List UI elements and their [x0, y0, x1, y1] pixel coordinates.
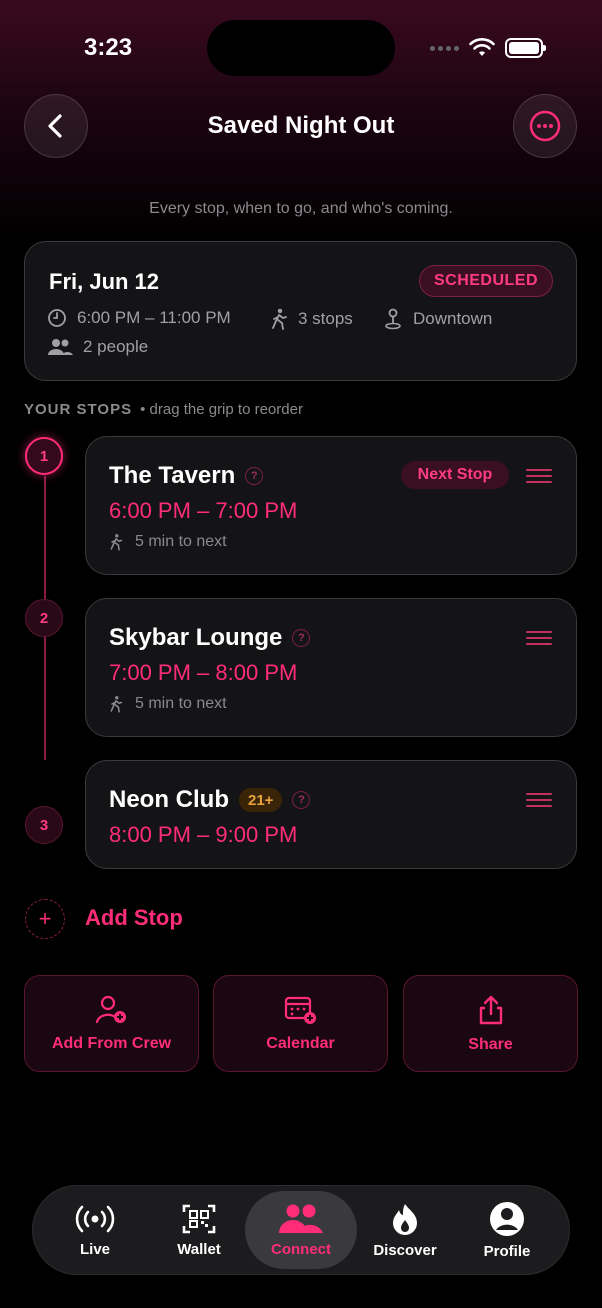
people-icon [48, 339, 73, 355]
location-pin-icon [385, 308, 401, 330]
walk-time: 5 min to next [109, 533, 227, 551]
stop-number-2: 2 [25, 599, 63, 637]
tab-bar: Live Wallet Connect Discover Profile [32, 1185, 570, 1275]
tab-label: Wallet [177, 1240, 221, 1258]
add-from-crew-button[interactable]: Add From Crew [24, 975, 199, 1072]
more-options-button[interactable] [513, 94, 577, 158]
more-icon [529, 110, 561, 142]
calendar-add-icon [284, 996, 316, 1024]
time-range: 6:00 PM – 11:00 PM [47, 308, 231, 328]
tab-wallet[interactable]: Wallet [147, 1186, 251, 1274]
action-label: Calendar [266, 1034, 335, 1052]
stop-name-text: The Tavern [109, 462, 236, 489]
info-icon[interactable]: ? [245, 467, 264, 485]
age-restriction-badge: 21+ [239, 788, 283, 812]
stop-name-text: Neon Club [109, 786, 229, 813]
time-range-text: 6:00 PM – 11:00 PM [77, 308, 231, 327]
walk-time-text: 5 min to next [135, 533, 227, 550]
next-stop-badge: Next Stop [401, 461, 509, 489]
location-text: Downtown [413, 309, 493, 328]
info-icon[interactable]: ? [292, 629, 311, 647]
walk-icon [272, 308, 287, 330]
stop-name: The Tavern ? [109, 462, 264, 490]
stop-name: Neon Club 21+ ? [109, 786, 311, 814]
section-hint: • drag the grip to reorder [140, 401, 303, 418]
action-label: Share [468, 1035, 513, 1053]
tab-label: Discover [373, 1241, 437, 1259]
battery-icon [505, 38, 546, 58]
clock-icon [48, 309, 66, 327]
tab-connect[interactable]: Connect [245, 1191, 357, 1269]
stops-count: 3 stops [270, 308, 353, 330]
people-count: 2 people [47, 337, 148, 357]
add-stop-icon[interactable]: + [25, 899, 65, 939]
stop-card-neon-club[interactable]: Neon Club 21+ ? 8:00 PM – 9:00 PM [85, 760, 577, 869]
walk-time-text: 5 min to next [135, 695, 227, 712]
qr-code-icon [182, 1204, 216, 1233]
signal-icon [430, 45, 459, 51]
drag-grip-icon[interactable] [526, 469, 552, 483]
calendar-button[interactable]: Calendar [213, 975, 388, 1072]
share-icon [479, 995, 502, 1024]
broadcast-icon [75, 1205, 115, 1232]
tab-label: Profile [483, 1242, 531, 1260]
stop-name-text: Skybar Lounge [109, 624, 283, 651]
share-button[interactable]: Share [403, 975, 578, 1072]
walk-icon [110, 534, 123, 551]
walk-time: 5 min to next [109, 695, 227, 713]
wifi-icon [469, 38, 495, 56]
drag-grip-icon[interactable] [526, 793, 552, 807]
stop-time: 8:00 PM – 9:00 PM [109, 822, 298, 847]
stop-number-1: 1 [25, 437, 63, 475]
status-icons [430, 38, 546, 58]
stops-section-header: YOUR STOPS • drag the grip to reorder [24, 401, 303, 418]
tab-label: Connect [271, 1240, 331, 1258]
people-icon [279, 1204, 323, 1233]
plan-summary-card: Fri, Jun 12 SCHEDULED 6:00 PM – 11:00 PM… [24, 241, 577, 381]
stop-card-the-tavern[interactable]: The Tavern ? Next Stop 6:00 PM – 7:00 PM… [85, 436, 577, 575]
location: Downtown [383, 308, 492, 330]
stop-number-3: 3 [25, 806, 63, 844]
info-icon[interactable]: ? [292, 791, 311, 809]
add-stop-button[interactable]: Add Stop [85, 905, 183, 931]
tab-live[interactable]: Live [43, 1186, 147, 1274]
stop-name: Skybar Lounge ? [109, 624, 311, 652]
status-time: 3:23 [84, 34, 133, 61]
stop-time: 7:00 PM – 8:00 PM [109, 660, 298, 685]
page-subtitle: Every stop, when to go, and who's coming… [149, 200, 453, 217]
stop-card-skybar-lounge[interactable]: Skybar Lounge ? 7:00 PM – 8:00 PM 5 min … [85, 598, 577, 737]
people-count-text: 2 people [83, 337, 149, 356]
drag-grip-icon[interactable] [526, 631, 552, 645]
stop-time: 6:00 PM – 7:00 PM [109, 498, 298, 523]
plan-date: Fri, Jun 12 [49, 269, 160, 294]
flame-icon [393, 1203, 417, 1235]
section-title: YOUR STOPS [24, 401, 133, 418]
page-title: Saved Night Out [207, 112, 395, 139]
status-badge: SCHEDULED [419, 265, 553, 297]
stops-count-text: 3 stops [298, 309, 353, 328]
walk-icon [110, 696, 123, 713]
profile-icon [490, 1201, 524, 1236]
tab-profile[interactable]: Profile [455, 1186, 559, 1274]
action-label: Add From Crew [51, 1034, 172, 1052]
dynamic-island [207, 20, 395, 76]
tab-discover[interactable]: Discover [353, 1186, 457, 1274]
add-person-icon [95, 995, 126, 1023]
tab-label: Live [79, 1240, 110, 1258]
